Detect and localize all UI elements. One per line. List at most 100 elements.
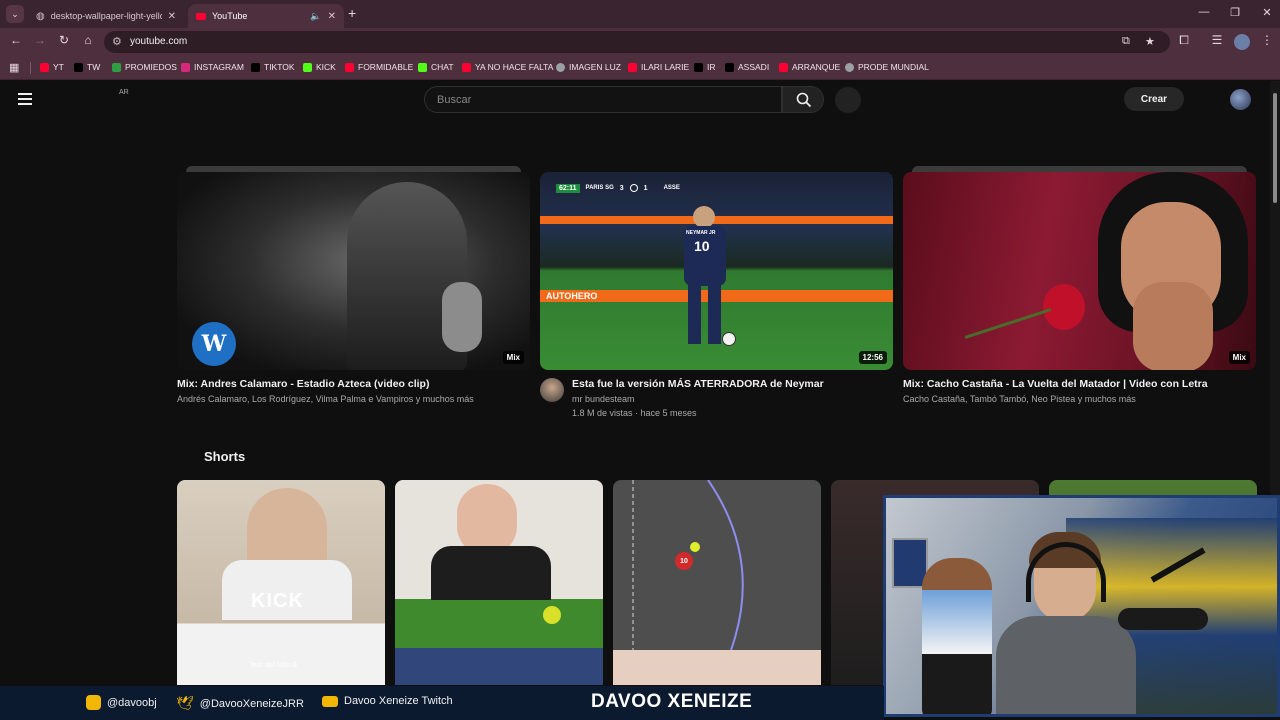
bookmark-ilari-larie[interactable]: ILARI LARIE [628,62,689,72]
video-title[interactable]: Mix: Cacho Castaña - La Vuelta del Matad… [903,378,1208,390]
short-card[interactable] [395,480,603,685]
bookmark-label: IMAGEN LUZ [569,62,621,72]
bookmark-assadi[interactable]: ASSADI [725,62,769,72]
short-card[interactable]: 10 [613,480,821,685]
tab-wallpaper[interactable]: ◍ desktop-wallpaper-light-yellow ✕ [28,4,184,28]
league-icon [629,184,638,192]
cast-icon[interactable]: ⧉ [1122,35,1130,48]
search-icon [796,92,812,108]
close-tab-icon[interactable]: ✕ [168,11,176,22]
minimize-icon[interactable]: — [1194,6,1214,18]
twitter-bird-icon: 🕊 [176,695,194,711]
create-button[interactable]: Crear [1124,87,1184,111]
bookmark-chat[interactable]: CHAT [418,62,454,72]
video-thumbnail[interactable]: W Mix [177,172,530,370]
tab-title: desktop-wallpaper-light-yellow [50,11,162,21]
scoreboard: 62:11 PARIS SG 3 1 ASSE [556,182,680,194]
bookmark-label: TIKTOK [264,62,295,72]
menu-dots-icon[interactable]: ⋮ [1258,33,1276,47]
bookmark-arranque[interactable]: ARRANQUE [779,62,840,72]
search-button[interactable] [782,86,824,113]
browser-tab-strip: ⌄ ◍ desktop-wallpaper-light-yellow ✕ You… [0,0,1280,28]
extensions-icon[interactable]: ⧠ [1175,33,1193,48]
promiedos-icon [112,62,121,72]
away-team: ASSE [663,185,680,191]
video-card[interactable]: 62:11 PARIS SG 3 1 ASSE AUTOHERO NEYMAR … [540,172,893,370]
apps-grid-icon[interactable]: ▦ [9,61,19,74]
restore-icon[interactable]: ❐ [1225,6,1245,19]
site-info-icon[interactable]: ⚙ [112,35,122,48]
youtube-handle: Davoo Xeneize Twitch [322,695,453,707]
microphone [1118,608,1208,630]
youtube-icon [628,62,637,72]
kick-icon [418,62,427,72]
close-window-icon[interactable]: ✕ [1257,6,1277,19]
video-card[interactable]: Mix [903,172,1256,370]
globe-icon: ◍ [36,10,45,22]
bookmark-label: KICK [316,62,336,72]
bookmark-tiktok[interactable]: TIKTOK [251,62,295,72]
audio-playing-icon[interactable]: 🔈 [310,11,321,22]
player-token: 10 [675,552,693,570]
bookmarks-bar: ▦ YT TW PROMIEDOS INSTAGRAM TIKTOK KICK FORMID… [0,56,1280,80]
close-tab-icon[interactable]: ✕ [328,11,336,22]
bookmark-kick[interactable]: KICK [303,62,336,72]
bookmark-ya-no-hace-falta[interactable]: YA NO HACE FALTA [462,62,553,72]
menu-hamburger-icon[interactable] [18,93,32,105]
globe-icon [556,62,565,72]
bookmark-promiedos[interactable]: PROMIEDOS [112,62,177,72]
home-icon[interactable]: ⌂ [79,33,97,47]
bookmark-prode-mundial[interactable]: PRODE MUNDIAL [845,62,929,72]
bookmark-label: YA NO HACE FALTA [475,62,554,72]
video-meta[interactable]: Cacho Castaña, Tambó Tambó, Neo Pistea y… [903,394,1136,404]
search-input[interactable] [425,87,781,112]
mix-badge: Mix [502,351,524,364]
new-tab-button[interactable]: + [348,5,356,21]
profile-icon[interactable] [1234,34,1250,50]
video-card[interactable]: W Mix [177,172,530,370]
short-bottom-face [613,650,821,685]
address-bar[interactable]: ⚙ youtube.com ⧉ ★ [104,31,1170,53]
bookmark-label: CHAT [431,62,454,72]
bookmark-imagen-luz[interactable]: IMAGEN LUZ [556,62,621,72]
bookmark-label: ARRANQUE [792,62,841,72]
bookmark-ir[interactable]: IR [694,62,716,72]
back-icon[interactable]: ← [7,33,25,47]
channel-name[interactable]: mr bundesteam [572,394,635,404]
rose [1043,284,1085,330]
video-title[interactable]: Esta fue la versión MÁS ATERRADORA de Ne… [572,378,824,390]
bookmark-label: PRODE MUNDIAL [858,62,929,72]
streamer-body [996,616,1136,714]
forward-icon[interactable]: → [31,33,49,47]
account-avatar[interactable] [1230,89,1251,110]
bookmark-star-icon[interactable]: ★ [1145,35,1155,48]
reading-list-icon[interactable]: ☰ [1208,33,1226,47]
soccer-ball [722,332,736,346]
bookmark-formidable[interactable]: FORMIDABLE [345,62,413,72]
channel-avatar[interactable] [540,378,564,402]
bookmark-tw[interactable]: TW [74,62,100,72]
maradona-figure [922,558,992,714]
bookmark-label: YT [53,62,64,72]
match-time: 62:11 [556,183,580,193]
short-card[interactable]: KICK Test del fallo 9 [177,480,385,685]
short-caption: Test del fallo 9 [249,660,297,669]
video-thumbnail[interactable]: Mix [903,172,1256,370]
tab-title: YouTube [212,11,248,21]
tab-youtube[interactable]: YouTube 🔈 ✕ [188,4,344,28]
kick-icon [303,62,312,72]
tab-search-button[interactable]: ⌄ [6,5,24,23]
ad-text: AUTOHERO [546,291,598,301]
bookmark-instagram[interactable]: INSTAGRAM [181,62,244,72]
youtube-icon [322,695,338,707]
tiktok-icon [251,62,260,72]
scrollbar-thumb[interactable] [1273,93,1277,203]
reload-icon[interactable]: ↻ [55,33,73,47]
bookmark-yt[interactable]: YT [40,62,64,72]
video-thumbnail[interactable]: 62:11 PARIS SG 3 1 ASSE AUTOHERO NEYMAR … [540,172,893,370]
home-team: PARIS SG [585,185,614,191]
video-meta[interactable]: Andrés Calamaro, Los Rodríguez, Vilma Pa… [177,394,474,404]
voice-search-button[interactable] [835,87,861,113]
video-title[interactable]: Mix: Andres Calamaro - Estadio Azteca (v… [177,378,429,390]
youtube-header: AR Crear [0,81,1270,119]
